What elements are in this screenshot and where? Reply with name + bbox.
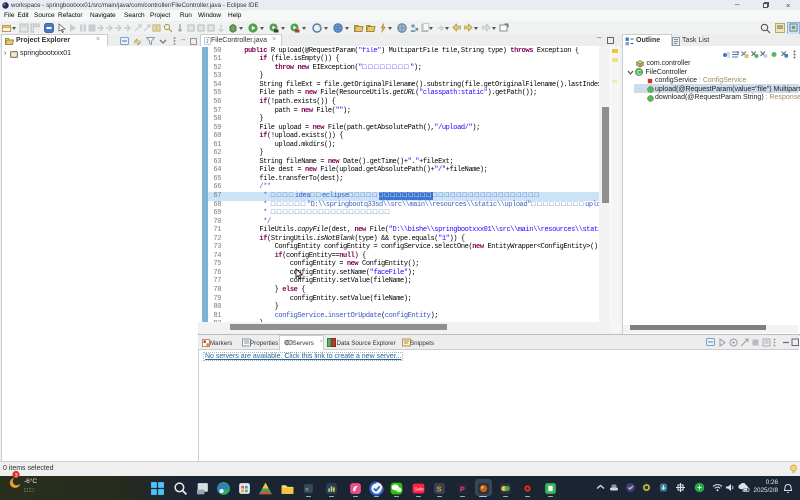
svg-text:3: 3 — [15, 473, 18, 479]
svg-text:P: P — [459, 484, 464, 493]
svg-text:S: S — [436, 484, 441, 493]
svg-text:Sale: Sale — [414, 486, 424, 492]
svg-text:C: C — [637, 70, 642, 76]
svg-text:n: n — [305, 487, 308, 493]
svg-text:J: J — [206, 39, 209, 45]
